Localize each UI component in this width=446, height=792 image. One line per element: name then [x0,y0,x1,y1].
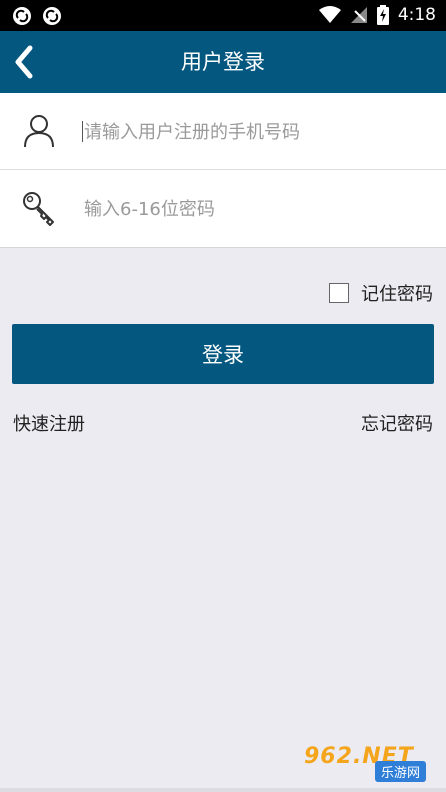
phone-input[interactable] [82,113,426,151]
remember-checkbox[interactable] [329,283,349,303]
text-cursor [82,121,83,142]
battery-charging-icon [376,5,389,25]
forgot-password-link[interactable]: 忘记密码 [361,410,433,436]
bottom-divider [0,788,446,792]
register-link[interactable]: 快速注册 [13,410,85,436]
app-header: 用户登录 [0,31,446,93]
sync-icon [43,7,61,25]
password-input[interactable] [82,190,426,228]
chevron-left-icon [15,45,33,79]
password-row [0,170,446,246]
login-form [0,93,446,248]
status-right-icons: 4:18 [318,5,436,25]
key-icon [23,192,54,226]
watermark-tagline: 乐游网 [374,761,426,782]
wifi-icon [318,6,341,23]
remember-label: 记住密码 [361,284,433,305]
back-button[interactable] [10,44,42,80]
user-icon [24,115,54,148]
sync-icon [13,7,31,25]
watermark-logo: 962.NET 乐游网 [304,744,440,788]
phone-row [0,93,446,170]
page-title: 用户登录 [181,50,265,74]
status-time: 4:18 [397,5,436,25]
signal-icon [350,7,367,23]
status-left-icons [12,6,62,26]
status-bar: 4:18 [0,0,446,31]
login-button[interactable]: 登录 [12,324,434,384]
remember-password[interactable]: 记住密码 [329,280,433,306]
